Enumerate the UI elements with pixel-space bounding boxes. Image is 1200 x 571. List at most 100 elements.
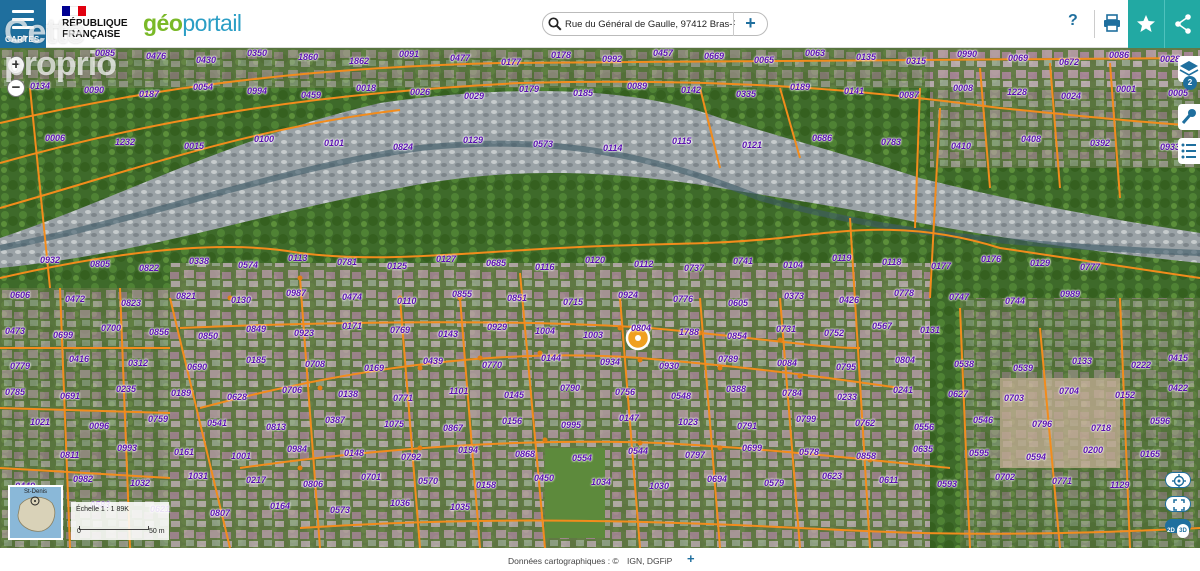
parcel-label[interactable]: 0593	[937, 479, 957, 489]
share-button[interactable]	[1164, 0, 1200, 48]
parcel-label[interactable]: 0177	[501, 57, 521, 67]
overview-map[interactable]: St-Denis	[8, 485, 63, 540]
parcel-label[interactable]: 0737	[684, 263, 704, 273]
parcel-label[interactable]: 0804	[631, 323, 651, 333]
parcel-label[interactable]: 0130	[231, 295, 251, 305]
parcel-label[interactable]: 0984	[287, 444, 307, 454]
parcel-label[interactable]: 0024	[1061, 91, 1081, 101]
parcel-label[interactable]: 1031	[188, 471, 208, 481]
parcel-label[interactable]: 0784	[782, 388, 802, 398]
parcel-label[interactable]: 0858	[856, 451, 876, 461]
parcel-label[interactable]: 0127	[436, 254, 456, 264]
parcel-label[interactable]: 0699	[742, 443, 762, 453]
parcel-label[interactable]: 0113	[288, 253, 307, 263]
parcel-label[interactable]: 1034	[591, 477, 611, 487]
parcel-label[interactable]: 0690	[187, 362, 207, 372]
parcel-label[interactable]: 0090	[84, 85, 104, 95]
parcel-label[interactable]: 0781	[337, 257, 357, 267]
parcel-label[interactable]: 1035	[450, 502, 470, 512]
parcel-label[interactable]: 0114	[603, 143, 622, 153]
parcel-label[interactable]: 0315	[906, 56, 926, 66]
favorite-button[interactable]	[1128, 0, 1164, 48]
help-button[interactable]: ?	[1068, 12, 1078, 30]
parcel-label[interactable]: 0776	[673, 294, 693, 304]
parcel-label[interactable]: 0747	[949, 292, 969, 302]
parcel-label[interactable]: 0849	[246, 324, 266, 334]
parcel-label[interactable]: 0595	[969, 448, 989, 458]
parcel-label[interactable]: 0703	[1004, 393, 1024, 403]
parcel-label[interactable]: 0778	[894, 288, 914, 298]
parcel-label[interactable]: 0606	[10, 290, 30, 300]
parcel-label[interactable]: 0806	[303, 479, 323, 489]
parcel-label[interactable]: 0934	[600, 357, 620, 367]
search-input[interactable]	[565, 16, 735, 33]
parcel-label[interactable]: 1129	[1110, 480, 1129, 490]
parcel-label[interactable]: 0129	[463, 135, 483, 145]
parcel-label[interactable]: 0089	[627, 81, 647, 91]
parcel-label[interactable]: 0769	[390, 325, 410, 335]
parcel-label[interactable]: 0789	[718, 354, 738, 364]
parcel-label[interactable]: 0556	[914, 422, 934, 432]
parcel-label[interactable]: 0992	[602, 54, 622, 64]
parcel-label[interactable]: 0116	[535, 262, 554, 272]
parcel-label[interactable]: 0439	[423, 356, 443, 366]
parcel-label[interactable]: 0567	[872, 321, 892, 331]
parcel-label[interactable]: 0233	[837, 392, 857, 402]
parcel-label[interactable]: 0118	[882, 257, 901, 267]
parcel-label[interactable]: 0235	[116, 384, 136, 394]
parcel-label[interactable]: 0121	[742, 140, 762, 150]
parcel-label[interactable]: 0112	[634, 259, 653, 269]
parcel-label[interactable]: 0706	[282, 385, 302, 395]
parcel-label[interactable]: 0087	[899, 90, 919, 100]
parcel-label[interactable]: 0699	[53, 330, 73, 340]
parcel-label[interactable]: 1101	[449, 386, 468, 396]
parcel-label[interactable]: 0015	[184, 141, 204, 151]
add-search-button[interactable]: +	[733, 12, 767, 36]
parcel-label[interactable]: 0194	[458, 445, 478, 455]
parcel-label[interactable]: 0627	[948, 389, 968, 399]
parcel-label[interactable]: 0708	[305, 359, 325, 369]
parcel-label[interactable]: 0457	[653, 48, 673, 58]
parcel-label[interactable]: 0110	[397, 296, 416, 306]
parcel-label[interactable]: 0005	[1168, 88, 1188, 98]
parcel-label[interactable]: 0338	[189, 256, 209, 266]
parcel-label[interactable]: 0546	[973, 415, 993, 425]
parcel-label[interactable]: 0578	[799, 447, 819, 457]
parcel-label[interactable]: 0731	[776, 324, 796, 334]
parcel-label[interactable]: 0148	[344, 448, 364, 458]
parcel-label[interactable]: 0759	[148, 414, 168, 424]
parcel-label[interactable]: 0476	[146, 51, 166, 61]
parcel-label[interactable]: 0856	[149, 327, 169, 337]
parcel-label[interactable]: 0147	[619, 413, 639, 423]
parcel-label[interactable]: 0065	[754, 55, 774, 65]
parcel-label[interactable]: 0373	[784, 291, 804, 301]
parcel-label[interactable]: 0350	[247, 48, 267, 58]
parcel-label[interactable]: 0822	[139, 263, 159, 273]
mode-2d-label[interactable]: 2D	[1165, 524, 1177, 538]
parcel-label[interactable]: 0387	[325, 415, 345, 425]
parcel-label[interactable]: 0813	[266, 422, 286, 432]
parcel-label[interactable]: 0138	[338, 389, 358, 399]
parcel-label[interactable]: 0029	[464, 91, 484, 101]
parcel-label[interactable]: 0450	[534, 473, 554, 483]
parcel-label[interactable]: 0804	[895, 355, 915, 365]
parcel-label[interactable]: 0001	[1116, 84, 1136, 94]
parcel-label[interactable]: 0179	[519, 84, 539, 94]
parcel-label[interactable]: 0792	[401, 452, 421, 462]
parcel-label[interactable]: 0623	[822, 471, 842, 481]
parcel-label[interactable]: 0771	[393, 393, 413, 403]
parcel-label[interactable]: 0628	[227, 392, 247, 402]
geoportail-logo[interactable]: géoportail	[143, 10, 242, 37]
parcel-label[interactable]: 0018	[356, 83, 376, 93]
fullscreen-button[interactable]	[1165, 496, 1191, 512]
parcel-label[interactable]: 0989	[1060, 289, 1080, 299]
parcel-label[interactable]: 0161	[174, 447, 194, 457]
parcel-label[interactable]: 0131	[920, 325, 940, 335]
parcel-label[interactable]: 0635	[913, 444, 933, 454]
parcel-label[interactable]: 0744	[1005, 296, 1025, 306]
parcel-label[interactable]: 0069	[1008, 53, 1028, 63]
parcel-label[interactable]: 0700	[101, 323, 121, 333]
parcel-label[interactable]: 0142	[681, 85, 701, 95]
parcel-label[interactable]: 0135	[856, 52, 876, 62]
parcel-label[interactable]: 0762	[855, 418, 875, 428]
